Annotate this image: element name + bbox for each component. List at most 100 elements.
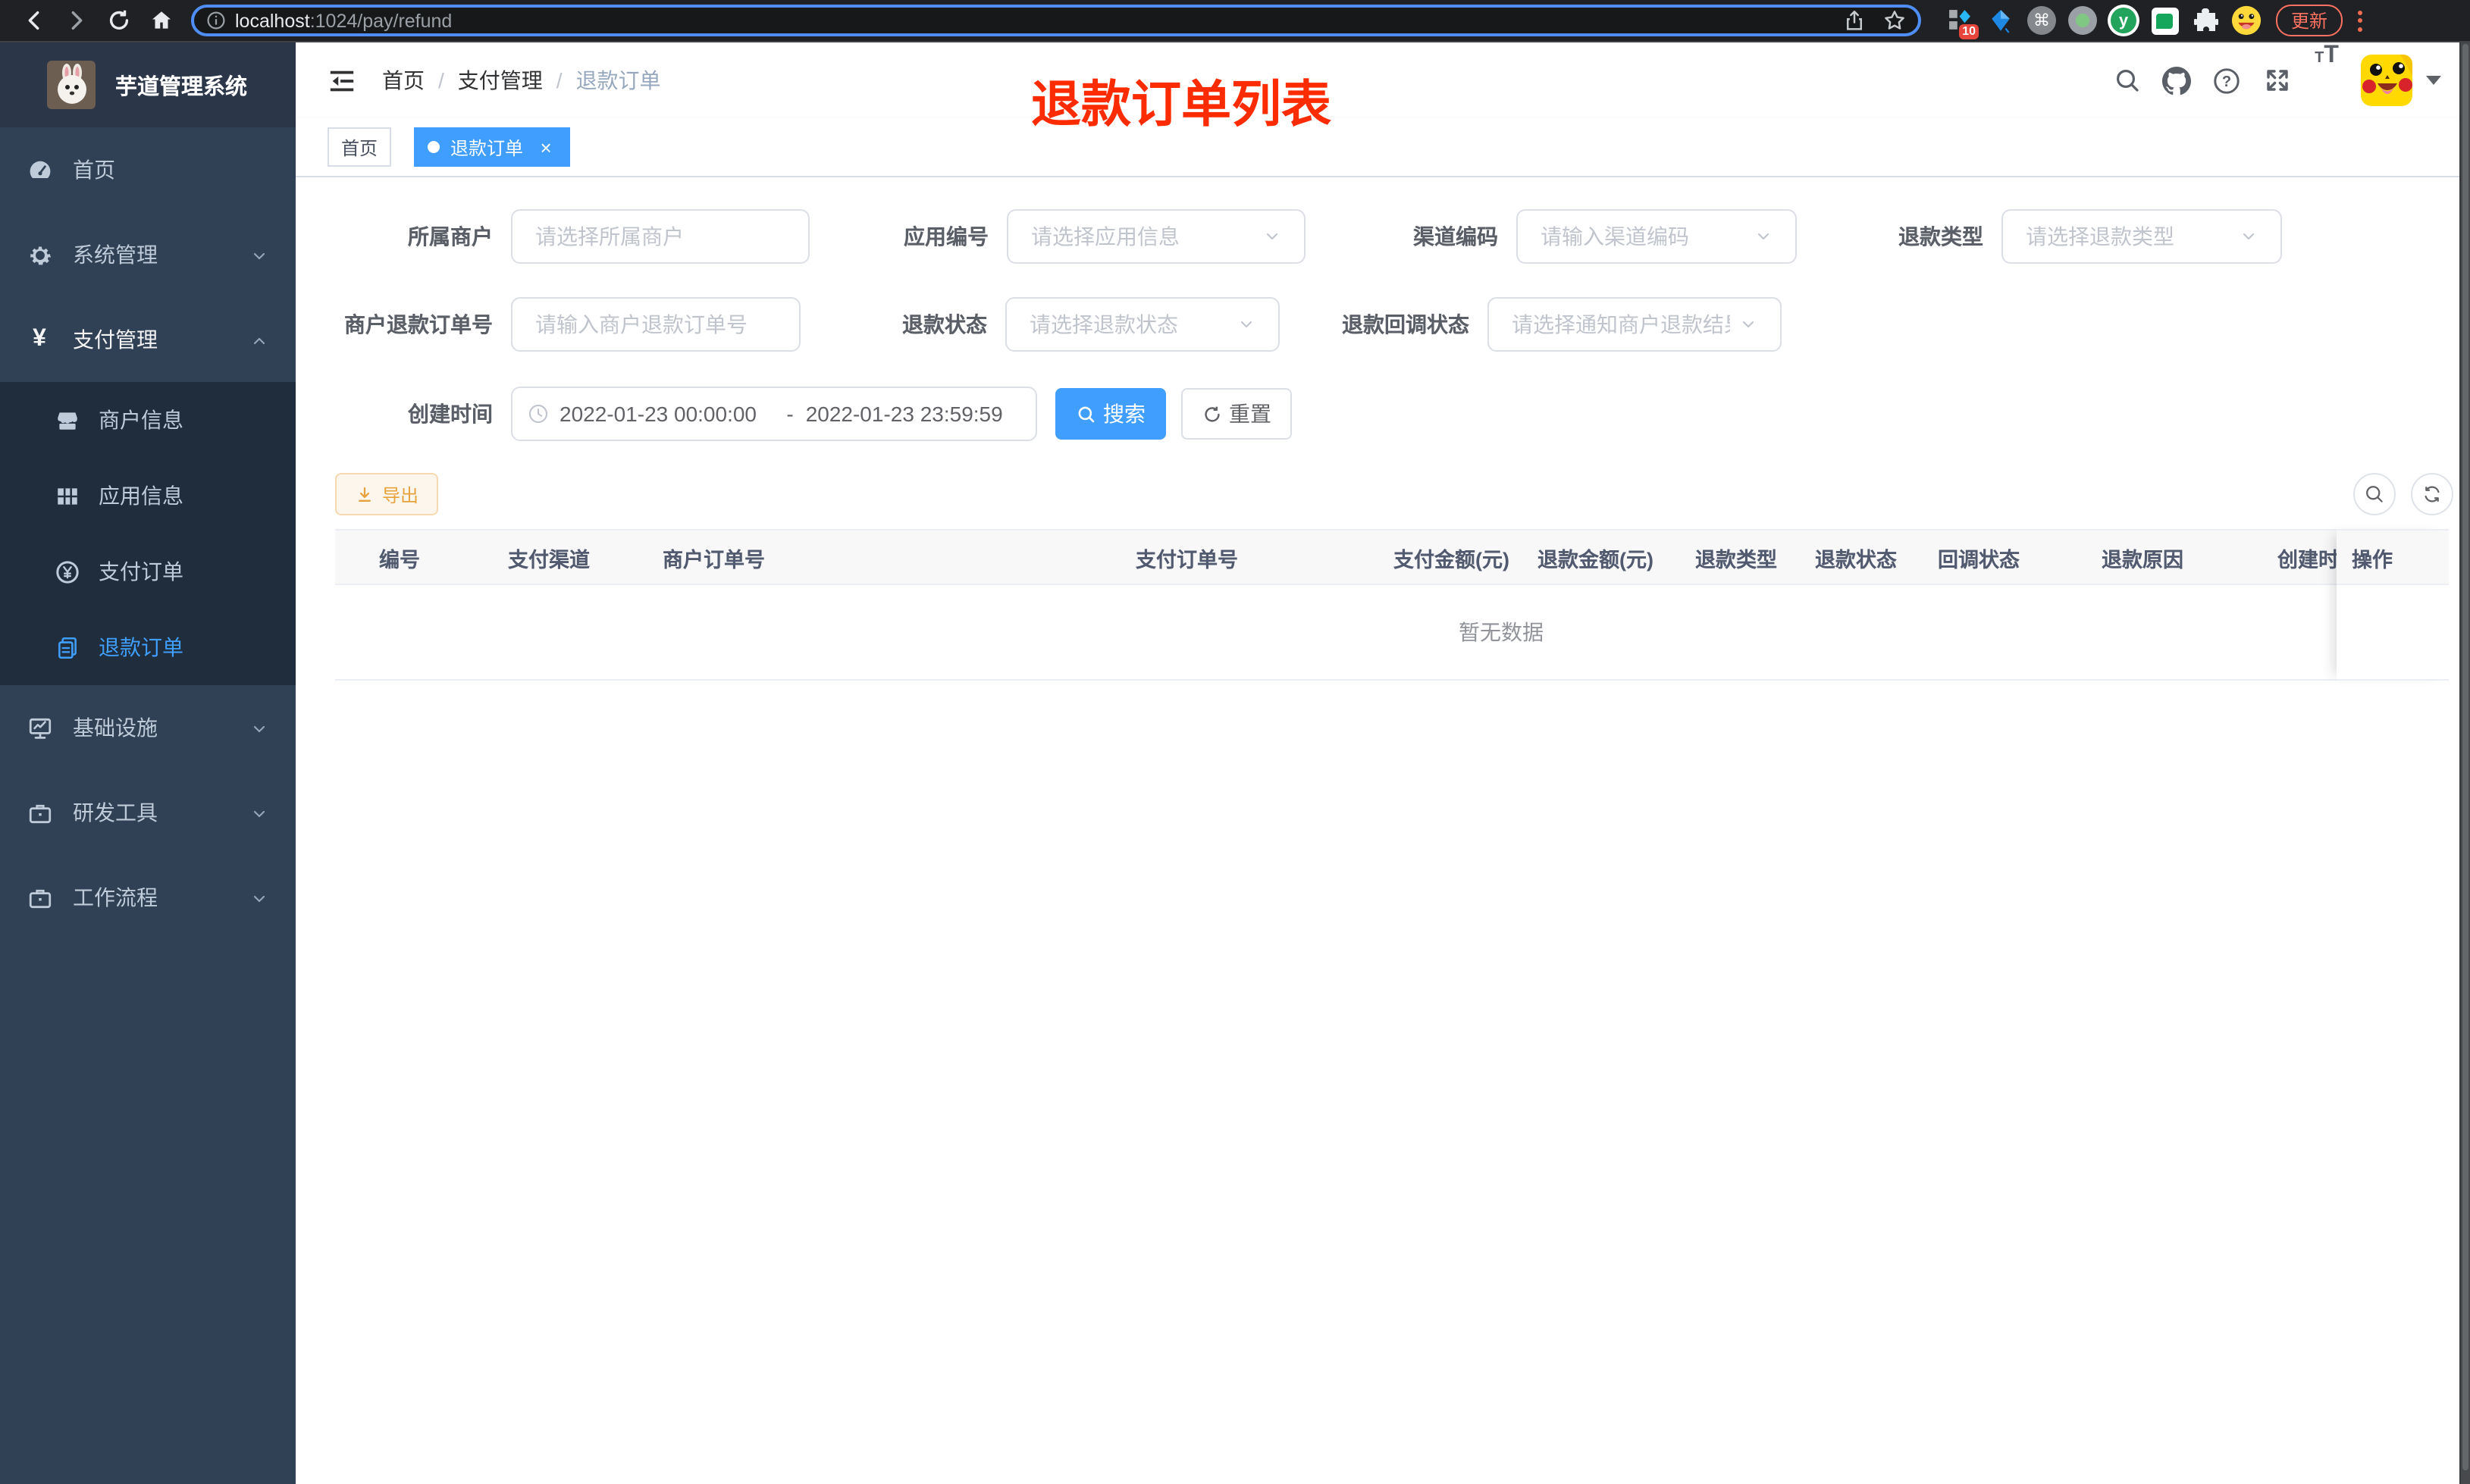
refund-list-page: 所属商户 应用编号 请选择应用信息 渠道编码 请输入渠道编码 退款类型 [296,177,2459,1425]
col-header-action: 操作 [2337,529,2449,585]
home-icon[interactable] [139,2,182,39]
tag-refund-order[interactable]: 退款订单 × [414,127,571,167]
sidebar-item-pay-order[interactable]: 支付订单 [0,534,296,609]
scrollbar-thumb[interactable] [2462,44,2468,1471]
refund-status-select[interactable]: 请选择退款状态 [1005,297,1280,352]
range-start-value: 2022-01-23 00:00:00 [560,402,757,426]
filter-label: 应用编号 [904,224,989,249]
refresh-icon [2425,486,2440,502]
tag-close-icon[interactable]: × [535,136,556,158]
col-header-clipped: 创建时间 [2277,548,2337,571]
create-time-range-picker[interactable]: 2022-01-23 00:00:00 - 2022-01-23 23:59:5… [511,387,1037,441]
channel-code-select[interactable]: 请输入渠道编码 [1516,209,1797,264]
export-button[interactable]: 导出 [335,473,439,515]
sidebar-item-infra[interactable]: 基础设施 [0,685,296,770]
forward-icon[interactable] [55,2,97,39]
browser-menu-icon[interactable] [2346,2,2373,39]
github-icon[interactable] [2152,42,2202,118]
back-icon[interactable] [12,2,55,39]
range-end-value: 2022-01-23 23:59:59 [805,402,1003,426]
refund-table: 编号 支付渠道 商户订单号 支付订单号 支付金额(元) 退款金额(元) 退款类型… [335,529,2449,681]
page-scrollbar[interactable] [2459,42,2470,1484]
dot-extension-icon[interactable] [2062,0,2103,42]
emoji-extension-icon[interactable] [2226,0,2267,42]
sidebar-item-label: 基础设施 [73,715,158,740]
sidebar-fold-icon[interactable] [324,64,358,97]
svg-text:?: ? [2222,73,2231,89]
filter-merchant-refund-no: 商户退款订单号 [335,297,801,352]
sidebar-item-workflow[interactable]: 工作流程 [0,855,296,940]
col-header: 支付渠道 [508,548,590,571]
tag-home[interactable]: 首页 [328,127,392,167]
sidebar-item-pay[interactable]: ¥ 支付管理 [0,297,296,382]
site-info-icon[interactable] [206,11,226,30]
gear-icon [26,242,53,268]
search-icon[interactable] [2102,42,2152,118]
show-search-toggle-button[interactable] [2353,473,2396,515]
avatar-caret-icon[interactable] [2426,76,2441,85]
chat-extension-icon[interactable] [2144,0,2185,42]
sidebar-item-merchant-info[interactable]: 商户信息 [0,382,296,458]
filter-refund-status: 退款状态 请选择退款状态 [893,297,1280,352]
command-extension-icon[interactable]: ⌘ [2021,0,2062,42]
avatar[interactable] [2361,55,2412,106]
chevron-up-icon [250,330,268,355]
chevron-down-icon [250,803,268,828]
sidebar-item-label: 支付管理 [73,327,158,352]
y-extension-icon[interactable]: y [2103,0,2144,42]
merchant-refund-no-input[interactable] [511,297,801,352]
app-title: 芋道管理系统 [115,75,247,99]
store-icon [53,407,80,433]
sidebar-item-home[interactable]: 首页 [0,127,296,212]
briefcase-icon [26,800,53,825]
tiles-extension-icon[interactable]: 10 [1939,0,1980,42]
range-separator: - [786,402,794,426]
refund-type-select[interactable]: 请选择退款类型 [2001,209,2282,264]
help-icon[interactable]: ? [2202,42,2252,118]
sidebar-item-label: 首页 [73,158,115,182]
sidebar-item-refund-order[interactable]: 退款订单 [0,609,296,685]
sidebar-logo[interactable]: 芋道管理系统 [0,42,296,127]
sidebar: 芋道管理系统 首页 系统管理 ¥ 支付管理 商户信息 应用信息 支付订单 退款订… [0,42,296,1484]
app-select[interactable]: 请选择应用信息 [1007,209,1306,264]
fixed-action-column: 操作 [2337,529,2449,681]
select-arrow-icon [1757,233,1769,240]
col-header: 支付订单号 [1136,548,1238,571]
filter-label: 创建时间 [408,402,493,426]
reset-button[interactable]: 重置 [1181,388,1292,440]
sidebar-item-devtools[interactable]: 研发工具 [0,770,296,855]
merchant-input[interactable] [511,209,810,264]
bookmark-star-icon[interactable] [1883,9,1906,32]
sidebar-item-app-info[interactable]: 应用信息 [0,458,296,534]
breadcrumb-home[interactable]: 首页 [382,65,425,95]
notify-status-select[interactable]: 请选择通知商户退款结果的 [1487,297,1782,352]
sidebar-item-system[interactable]: 系统管理 [0,212,296,297]
extensions-puzzle-icon[interactable] [2185,0,2226,42]
col-header: 支付金额(元) [1393,548,1509,571]
col-header: 退款类型 [1695,548,1777,571]
filter-merchant: 所属商户 [335,209,810,264]
search-icon [2366,486,2383,502]
url-text: localhost:1024/pay/refund [235,10,453,31]
refresh-table-button[interactable] [2411,473,2453,515]
search-button[interactable]: 搜索 [1055,388,1166,440]
grid-icon [53,483,80,509]
clock-icon [528,404,548,424]
reload-icon[interactable] [97,2,139,39]
yen-circle-icon [53,559,80,584]
select-arrow-icon [1266,233,1278,240]
active-dot [428,141,440,153]
share-icon[interactable] [1844,9,1865,32]
col-header: 商户订单号 [663,548,765,571]
yen-icon: ¥ [33,326,46,352]
url-bar[interactable]: localhost:1024/pay/refund [191,5,1921,36]
browser-update-button[interactable]: 更新 [2276,5,2343,36]
sidebar-item-label: 退款订单 [99,635,183,659]
col-header: 编号 [379,548,420,571]
sidebar-item-label: 系统管理 [73,243,158,267]
font-size-icon[interactable]: TT [2302,42,2352,118]
kite-extension-icon[interactable] [1980,0,2021,42]
fullscreen-icon[interactable] [2252,42,2302,118]
sidebar-item-label: 应用信息 [99,484,183,508]
empty-text: 暂无数据 [1459,620,1544,644]
